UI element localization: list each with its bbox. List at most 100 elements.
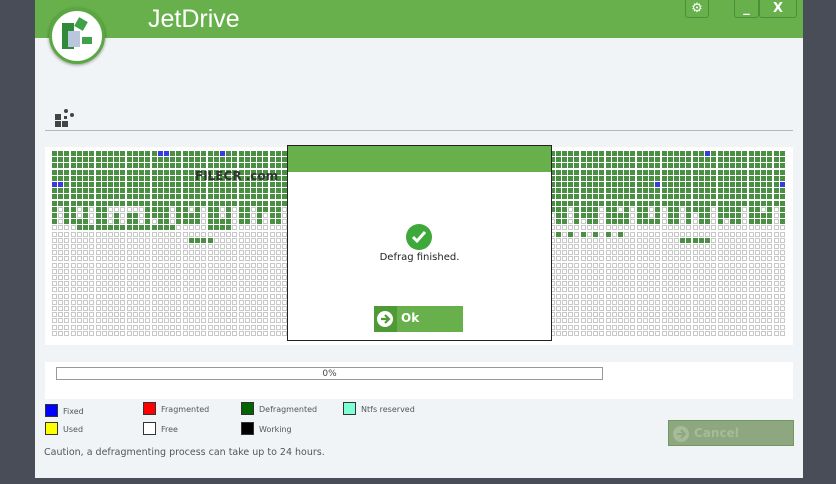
cluster-cell	[263, 312, 269, 318]
defrag-tool-icon[interactable]	[55, 108, 77, 132]
cluster-cell	[779, 151, 785, 156]
minimize-button[interactable]: _	[734, 0, 759, 18]
cluster-cell	[151, 281, 157, 287]
cluster-cell	[89, 275, 95, 280]
cluster-cell	[586, 281, 592, 287]
cancel-label: Cancel	[694, 426, 739, 440]
cluster-cell	[163, 206, 169, 212]
cluster-cell	[201, 281, 207, 287]
cluster-cell	[83, 206, 89, 212]
cluster-cell	[754, 306, 760, 311]
cluster-cell	[680, 157, 686, 163]
cluster-cell	[232, 293, 238, 299]
cluster-cell	[729, 293, 735, 299]
cluster-cell	[680, 293, 686, 299]
cluster-cell	[126, 194, 132, 200]
cluster-cell	[226, 312, 232, 318]
cluster-cell	[101, 275, 107, 280]
close-button[interactable]: X	[759, 0, 797, 18]
cluster-cell	[213, 200, 219, 206]
cluster-cell	[275, 151, 281, 156]
cluster-cell	[176, 188, 182, 194]
cluster-cell	[767, 299, 773, 305]
cluster-cell	[226, 219, 232, 225]
cluster-cell	[157, 293, 163, 299]
cluster-cell	[201, 324, 207, 330]
cluster-cell	[139, 268, 145, 274]
cluster-cell	[176, 213, 182, 218]
cluster-cell	[568, 324, 574, 330]
ok-button[interactable]: Ok	[374, 306, 463, 332]
cluster-cell	[114, 225, 120, 231]
cluster-cell	[257, 330, 263, 336]
cluster-cell	[698, 163, 704, 169]
cluster-cell	[201, 225, 207, 231]
cluster-cell	[58, 151, 64, 156]
cluster-cell	[636, 275, 642, 280]
cluster-cell	[630, 287, 636, 293]
cluster-cell	[698, 330, 704, 336]
settings-button[interactable]: ⚙	[685, 0, 709, 18]
cluster-cell	[244, 324, 250, 330]
cluster-cell	[680, 330, 686, 336]
cluster-cell	[76, 275, 82, 280]
cluster-cell	[195, 200, 201, 206]
cluster-cell	[555, 244, 561, 249]
gear-icon: ⚙	[691, 1, 703, 16]
cluster-cell	[562, 324, 568, 330]
cluster-cell	[269, 219, 275, 225]
cluster-cell	[661, 175, 667, 181]
cluster-cell	[251, 219, 257, 225]
cluster-cell	[201, 237, 207, 243]
cluster-cell	[170, 330, 176, 336]
cluster-cell	[742, 151, 748, 156]
cluster-cell	[95, 200, 101, 206]
cluster-cell	[139, 275, 145, 280]
cluster-cell	[89, 281, 95, 287]
cluster-cell	[624, 182, 630, 187]
cluster-cell	[599, 151, 605, 156]
cluster-cell	[232, 268, 238, 274]
cluster-cell	[83, 250, 89, 256]
cluster-cell	[132, 268, 138, 274]
cluster-cell	[76, 324, 82, 330]
cluster-cell	[163, 293, 169, 299]
cluster-cell	[779, 237, 785, 243]
cluster-cell	[686, 225, 692, 231]
cluster-cell	[599, 219, 605, 225]
cluster-cell	[773, 163, 779, 169]
cluster-cell	[120, 169, 126, 175]
cluster-cell	[580, 318, 586, 324]
cluster-cell	[275, 194, 281, 200]
cluster-cell	[736, 293, 742, 299]
cluster-cell	[257, 324, 263, 330]
cluster-cell	[754, 200, 760, 206]
cluster-cell	[655, 231, 661, 237]
cancel-button[interactable]: Cancel	[668, 420, 794, 446]
cluster-cell	[151, 250, 157, 256]
cluster-cell	[157, 287, 163, 293]
cluster-cell	[70, 151, 76, 156]
cluster-cell	[649, 268, 655, 274]
cluster-cell	[163, 330, 169, 336]
cluster-cell	[636, 219, 642, 225]
cluster-cell	[238, 318, 244, 324]
cluster-cell	[705, 262, 711, 268]
cluster-cell	[207, 324, 213, 330]
cluster-cell	[238, 250, 244, 256]
cluster-cell	[736, 256, 742, 262]
cluster-cell	[674, 324, 679, 330]
cluster-cell	[705, 169, 711, 175]
cluster-cell	[195, 281, 201, 287]
cluster-cell	[723, 194, 729, 200]
cluster-cell	[157, 256, 163, 262]
legend-swatch	[45, 422, 58, 435]
cluster-cell	[636, 312, 642, 318]
cluster-cell	[723, 188, 729, 194]
cluster-cell	[723, 299, 729, 305]
cluster-cell	[649, 324, 655, 330]
cluster-cell	[151, 275, 157, 280]
cluster-cell	[257, 237, 263, 243]
cluster-cell	[705, 194, 711, 200]
cluster-cell	[107, 256, 113, 262]
